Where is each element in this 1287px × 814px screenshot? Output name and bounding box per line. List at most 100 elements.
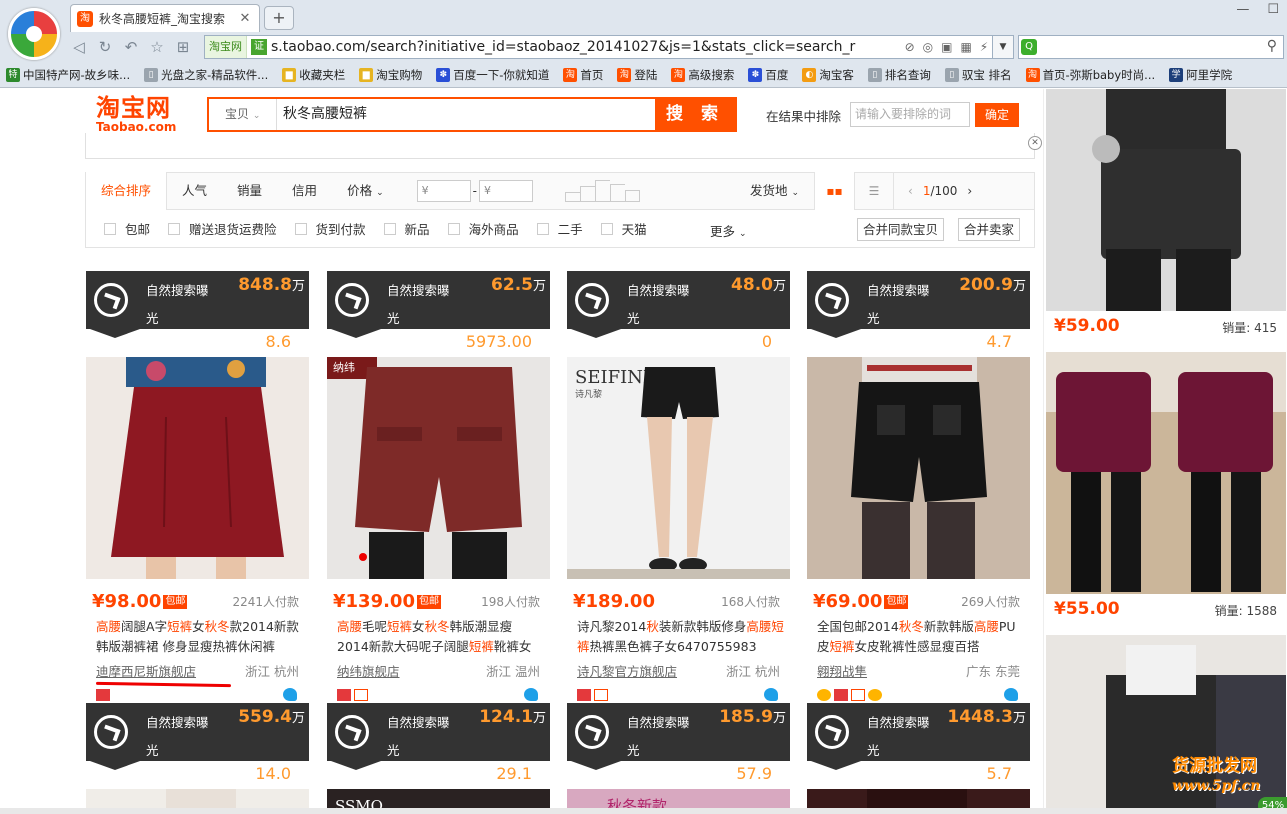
bookmark-item[interactable]: ▆ 淘宝购物 [359, 67, 422, 83]
new-tab-button[interactable]: + [264, 6, 294, 30]
url-text[interactable]: s.taobao.com/search?initiative_id=staoba… [271, 39, 905, 55]
wangwang-chat-icon[interactable] [283, 688, 297, 701]
checkbox[interactable] [294, 222, 307, 235]
bookmark-item[interactable]: ▯ 排名查询 [867, 67, 931, 83]
bookmark-item[interactable]: 淘高级搜索 [671, 67, 734, 83]
filter-checkbox[interactable]: 赠送退货运费险 [168, 219, 277, 238]
checkbox[interactable] [104, 222, 116, 235]
bookmark-item[interactable]: 淘首页 [563, 67, 603, 83]
address-bar[interactable]: 淘宝网 证 s.taobao.com/search?initiative_id=… [204, 35, 1014, 59]
bookmark-item[interactable]: 学阿里学院 [1169, 67, 1232, 83]
lightning-icon[interactable]: ⚡ [980, 40, 988, 54]
next-page-icon[interactable]: › [967, 184, 972, 198]
bookmark-item[interactable]: 特中国特产网-故乡味... [6, 67, 130, 83]
bookmark-item[interactable]: ◐ 淘宝客 [802, 67, 854, 83]
shop-name-link[interactable]: 诗凡黎官方旗舰店 [577, 661, 677, 680]
price-min-input[interactable]: ¥ [416, 180, 471, 202]
shop-name-link[interactable]: 纳纬旗舰店 [337, 661, 400, 680]
price-histogram[interactable] [564, 180, 640, 202]
bookmark-item[interactable]: ▯ 驭宝 排名 [944, 67, 1012, 83]
bookmark-item[interactable]: ✽ 百度一下-你就知道 [436, 67, 549, 83]
wangwang-chat-icon[interactable] [1004, 688, 1018, 701]
screenshot-icon[interactable]: ▣ [941, 40, 952, 54]
product-card[interactable]: 自然搜索曝光 559.4万 14.0 [86, 703, 309, 814]
exclude-confirm-button[interactable]: 确定 [975, 103, 1019, 127]
bookmark-item[interactable]: 淘登陆 [617, 67, 657, 83]
filter-checkbox[interactable]: 海外商品 [447, 219, 519, 238]
side-product-image[interactable] [1046, 89, 1286, 311]
product-image[interactable]: 纳纬 [327, 357, 550, 579]
favorite-star-icon[interactable]: ☆ [144, 38, 170, 56]
product-title-link[interactable]: 诗凡黎2014秋装新款韩版修身高腰短裤热裤黑色裤子女6470755983 [577, 617, 785, 657]
refresh-icon[interactable]: ↻ [92, 38, 118, 56]
shop-name-link[interactable]: 迪摩西尼斯旗舰店 [96, 661, 196, 680]
checkbox[interactable] [600, 222, 613, 235]
product-card[interactable]: 自然搜索曝光 848.8万 8.6 ¥98.00 包邮 2241人付款 高腰阔腿A字短裤女秋… [86, 271, 309, 703]
product-card[interactable]: 自然搜索曝光 48.0万 0 SEIFINI 诗凡黎 ¥189.00 168人付款 诗凡黎20… [567, 271, 790, 703]
search-input[interactable]: 秋冬高腰短裤 [277, 99, 655, 130]
search-button[interactable]: 搜 索 [655, 99, 735, 130]
bookmark-item[interactable]: ▆ 收藏夹栏 [282, 67, 345, 83]
filter-checkbox[interactable]: 包邮 [104, 219, 150, 238]
product-card[interactable]: 自然搜索曝光 200.9万 4.7 ¥69.00 包邮 269人付款 全国包邮2014秋冬新… [807, 271, 1030, 703]
search-engine-icon[interactable]: Q [1021, 39, 1037, 55]
undo-icon[interactable]: ↶ [118, 38, 144, 56]
taobao-logo[interactable]: 淘宝网 Taobao.com [96, 95, 176, 133]
tab-close-icon[interactable]: ✕ [237, 11, 253, 26]
product-title-link[interactable]: 高腰毛呢短裤女秋冬韩版潮显瘦 2014新款大码呢子阔腿短裤靴裤女 [337, 617, 545, 657]
sort-credit[interactable]: 信用 [277, 172, 332, 210]
filter-checkbox[interactable]: 二手 [536, 219, 583, 238]
checkbox[interactable] [447, 222, 460, 235]
maximize-icon[interactable]: ☐ [1267, 2, 1279, 17]
price-max-input[interactable]: ¥ [478, 180, 533, 202]
exclude-input[interactable]: 请输入要排除的词 [850, 102, 970, 127]
more-filters[interactable]: 更多 ⌄ [710, 221, 747, 240]
close-icon[interactable]: ✕ [1028, 136, 1042, 150]
product-image[interactable]: SEIFINI 诗凡黎 [567, 357, 790, 579]
browser-tab[interactable]: 淘 秋冬高腰短裤_淘宝搜索 ✕ [70, 4, 260, 32]
wangwang-chat-icon[interactable] [764, 688, 778, 701]
bookmark-item[interactable]: ✽ 百度 [748, 67, 788, 83]
product-card[interactable]: 自然搜索曝光 124.1万 29.1 SSMO [327, 703, 550, 814]
horizontal-scrollbar[interactable] [0, 808, 1287, 814]
filter-checkbox[interactable]: 货到付款 [294, 219, 366, 238]
grid-view-icon[interactable]: ▪▪ [814, 172, 854, 210]
product-card[interactable]: 自然搜索曝光 62.5万 5973.00 纳纬 ¥139.00 包邮 198人付款 高腰毛呢短… [327, 271, 550, 703]
wangwang-chat-icon[interactable] [524, 688, 538, 701]
translate-icon[interactable]: ◎ [923, 40, 933, 54]
shop-name-link[interactable]: 翱翔战隼 [817, 661, 867, 680]
minimize-icon[interactable]: — [1236, 2, 1249, 17]
filter-checkbox[interactable]: 新品 [383, 219, 430, 238]
back-icon[interactable]: ◁ [66, 38, 92, 56]
bookmark-item[interactable]: ▯ 光盘之家-精品软件... [144, 67, 268, 83]
product-image[interactable] [807, 357, 1030, 579]
bookmark-item[interactable]: 淘首页-弥斯baby时尚... [1025, 67, 1155, 83]
qrcode-icon[interactable]: ▦ [960, 40, 971, 54]
address-dropdown-icon[interactable]: ▼ [992, 35, 1014, 59]
search-icon[interactable]: ⚲ [1267, 38, 1277, 54]
sort-price[interactable]: 价格 ⌄ [332, 172, 399, 210]
search-category-select[interactable]: 宝贝 ⌄ [209, 99, 277, 130]
product-image[interactable] [86, 357, 309, 579]
list-view-icon[interactable]: ☰ [854, 172, 894, 210]
browser-logo-icon[interactable] [8, 8, 60, 60]
product-title-link[interactable]: 高腰阔腿A字短裤女秋冬款2014新款韩版潮裤裙 修身显瘦热裤休闲裤 [96, 617, 304, 657]
prev-page-icon[interactable]: ‹ [908, 184, 913, 198]
browser-search-box[interactable]: Q ⚲ [1018, 35, 1284, 59]
merge-same-button[interactable]: 合并同款宝贝 [857, 218, 945, 241]
product-card[interactable]: 自然搜索曝光 185.9万 57.9 秋冬新款 [567, 703, 790, 814]
checkbox[interactable] [536, 222, 549, 235]
apps-grid-icon[interactable]: ⊞ [170, 38, 196, 56]
product-title-link[interactable]: 全国包邮2014秋冬新款韩版高腰PU皮短裤女皮靴裤性感显瘦百搭 [817, 617, 1025, 657]
checkbox[interactable] [383, 222, 396, 235]
sort-popularity[interactable]: 人气 [167, 172, 222, 210]
product-card[interactable]: 自然搜索曝光 1448.3万 5.7 [807, 703, 1030, 814]
ship-from-select[interactable]: 发货地 ⌄ [735, 172, 814, 210]
filter-checkbox[interactable]: 天猫 [600, 219, 647, 238]
merge-seller-button[interactable]: 合并卖家 [958, 218, 1021, 241]
checkbox[interactable] [168, 222, 181, 235]
side-product-image[interactable] [1046, 352, 1286, 594]
sort-sales[interactable]: 销量 [222, 172, 277, 210]
stop-icon[interactable]: ⊘ [905, 40, 915, 54]
sort-default[interactable]: 综合排序 [86, 172, 168, 210]
